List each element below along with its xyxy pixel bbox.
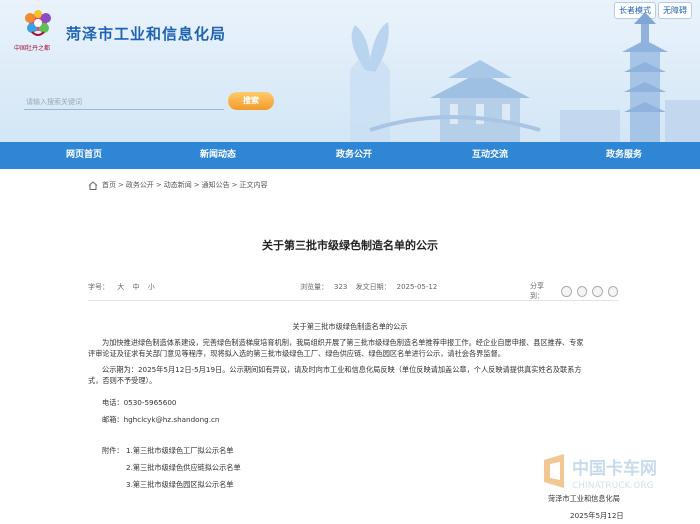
date-label: 发文日期： <box>355 283 391 291</box>
paragraph-1-line-1: 为加快推进绿色制造体系建设，完善绿色制造梯度培育机制，我局组织开展了第三批市级绿… <box>102 338 584 347</box>
font-size-switcher: 字号： 大 中 小 <box>88 282 161 292</box>
main-nav: 网页首页 新闻动态 政务公开 互动交流 政务服务 <box>0 142 700 169</box>
publish-date: 2025-05-12 <box>396 283 438 291</box>
views-label: 浏览量： <box>300 283 328 291</box>
watermark-url: CHINATRUCK.ORG <box>572 481 654 491</box>
font-size-large[interactable]: 大 <box>117 283 124 291</box>
signature-date: 2025年5月12日 <box>570 511 624 520</box>
font-size-label: 字号： <box>88 283 109 291</box>
article-meta: 字号： 大 中 小 浏览量： 323 发文日期： 2025-05-12 分享到： <box>88 280 618 300</box>
search-input[interactable]: 请输入搜索关键词 <box>24 92 224 110</box>
breadcrumb: 首页 > 政务公开 > 动态新闻 > 通知公告 > 正文内容 <box>88 180 268 190</box>
site-header: 中国牡丹之都 菏泽市工业和信息化局 长者模式 无障碍 请输入搜索关键词 搜索 <box>0 0 700 142</box>
chinatruck-watermark: 中国卡车网 CHINATRUCK.ORG <box>544 454 657 491</box>
breadcrumb-separator: > <box>231 181 238 189</box>
views-count: 323 <box>334 283 348 291</box>
qzone-share-icon[interactable] <box>607 285 618 297</box>
breadcrumb-gov-affairs[interactable]: 政务公开 <box>126 180 154 190</box>
paragraph-2-line-1: 公示期为：2025年5月12日-5月19日。公示期间如有异议，请及时向市工业和信… <box>102 365 582 374</box>
meta-divider <box>88 300 618 301</box>
breadcrumb-news[interactable]: 动态新闻 <box>164 180 192 190</box>
breadcrumb-notices[interactable]: 通知公告 <box>202 180 230 190</box>
nav-item-gov-affairs[interactable]: 政务公开 <box>336 142 372 169</box>
breadcrumb-current: 正文内容 <box>239 181 268 189</box>
font-size-small[interactable]: 小 <box>148 283 155 291</box>
wechat-share-icon[interactable] <box>561 285 572 297</box>
attachment-link[interactable]: 3.第三批市级绿色园区拟公示名单 <box>126 479 233 490</box>
weibo-share-icon[interactable] <box>576 285 588 297</box>
contact-email[interactable]: 邮箱：hghclcyk@hz.shandong.cn <box>102 414 219 425</box>
contact-phone: 电话：0530-5965600 <box>102 398 177 407</box>
article-stats: 浏览量： 323 发文日期： 2025-05-12 <box>300 282 443 292</box>
paragraph-2-line-2: 式，否则不予受理）。 <box>88 376 157 385</box>
logo-caption: 中国牡丹之都 <box>14 45 51 52</box>
watermark-title: 中国卡车网 <box>572 458 657 479</box>
nav-item-home[interactable]: 网页首页 <box>66 142 102 169</box>
attachments-label: 附件： <box>102 446 124 455</box>
paragraph-1-line-2: 评审论证及征求有关部门意见等程序，现将拟入选的第三批市级绿色工厂、绿色供应链、绿… <box>88 349 505 358</box>
breadcrumb-separator: > <box>155 181 162 189</box>
share-bar: 分享到： <box>530 281 618 301</box>
nav-item-news[interactable]: 新闻动态 <box>200 142 236 169</box>
breadcrumb-separator: > <box>193 181 200 189</box>
search-button[interactable]: 搜索 <box>228 92 274 110</box>
nav-item-interaction[interactable]: 互动交流 <box>472 142 508 169</box>
home-icon <box>88 180 98 190</box>
qq-share-icon[interactable] <box>592 285 603 297</box>
attachment-link[interactable]: 2.第三批市级绿色供应链拟公示名单 <box>126 462 241 473</box>
attachment-link[interactable]: 1.第三批市级绿色工厂拟公示名单 <box>126 445 233 456</box>
breadcrumb-home[interactable]: 首页 <box>102 180 116 190</box>
share-label: 分享到： <box>530 282 544 300</box>
nav-item-services[interactable]: 政务服务 <box>606 142 642 169</box>
font-size-medium[interactable]: 中 <box>132 283 139 291</box>
site-title[interactable]: 菏泽市工业和信息化局 <box>66 23 226 44</box>
breadcrumb-separator: > <box>118 181 124 189</box>
article-title: 关于第三批市级绿色制造名单的公示 <box>262 239 438 252</box>
document-heading: 关于第三批市级绿色制造名单的公示 <box>292 322 408 331</box>
city-skyline-illustration <box>350 12 700 142</box>
